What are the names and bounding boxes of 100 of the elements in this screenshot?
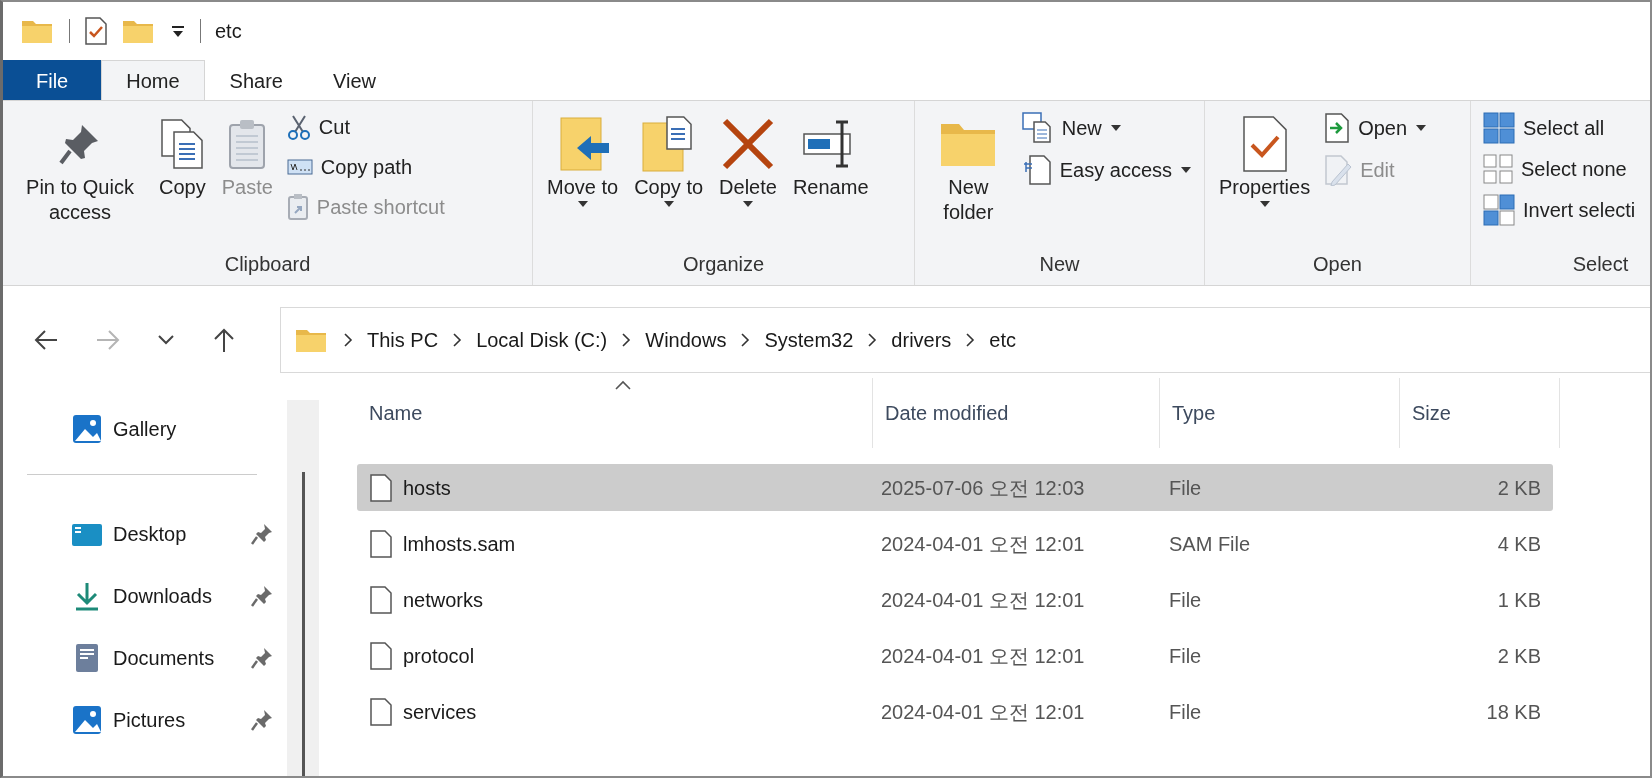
file-name: services bbox=[403, 699, 477, 725]
group-label: Clipboard bbox=[223, 252, 312, 277]
picture-icon bbox=[71, 413, 103, 445]
picture-icon bbox=[71, 704, 103, 736]
group-label: Open bbox=[1312, 252, 1363, 277]
column-header[interactable]: Date modified bbox=[873, 378, 1160, 448]
documents-icon bbox=[1021, 112, 1054, 144]
caret-icon bbox=[1415, 124, 1428, 132]
ribbon-button[interactable]: Copy bbox=[153, 107, 212, 249]
caret-icon bbox=[1258, 200, 1271, 208]
ribbon-button[interactable]: Move to bbox=[541, 107, 625, 249]
date-cell-text: 2024-04-01 오전 12:01 bbox=[880, 699, 1086, 725]
document-icon bbox=[369, 472, 393, 503]
size-cell-text: 18 KB bbox=[1485, 699, 1542, 725]
date-cell-text: 2025-07-06 오전 12:03 bbox=[880, 475, 1086, 501]
ribbon-button[interactable]: Invert selecti bbox=[1479, 191, 1640, 229]
type-cell-text: File bbox=[1168, 643, 1203, 669]
cross-icon bbox=[720, 116, 776, 172]
pencil-document-icon bbox=[1324, 154, 1353, 186]
type-cell-text: File bbox=[1168, 587, 1203, 613]
ribbon-button[interactable]: Open bbox=[1320, 109, 1432, 147]
ribbon-button[interactable]: Cut bbox=[282, 109, 449, 145]
scissors-icon bbox=[286, 114, 311, 140]
address-bar[interactable]: This PC Local Disk (C:) Windows System32 drivers etc bbox=[280, 307, 1650, 373]
size-cell-text: 1 KB bbox=[1496, 587, 1542, 613]
chevron-right-icon bbox=[452, 332, 463, 348]
ribbon-button[interactable]: Pin to Quick access bbox=[11, 107, 149, 249]
breadcrumb[interactable]: Local Disk (C:) bbox=[476, 325, 608, 355]
document-icon bbox=[369, 640, 393, 671]
chevron-right-icon bbox=[343, 332, 353, 348]
ribbon-tab[interactable]: Home bbox=[101, 60, 205, 100]
caret-icon bbox=[742, 200, 754, 208]
chevron-right-icon bbox=[740, 332, 751, 348]
group-label: Select bbox=[1571, 252, 1630, 277]
documents-icon bbox=[160, 118, 205, 170]
breadcrumb[interactable]: Windows bbox=[645, 325, 727, 355]
document-arrow-icon bbox=[1324, 112, 1351, 144]
size-cell-text: 2 KB bbox=[1496, 643, 1542, 669]
file-row[interactable]: lmhosts.sam 2024-04-01 오전 12:01 SAM File 4 KB bbox=[357, 520, 1553, 567]
clipboard-icon bbox=[227, 118, 268, 170]
caret-icon bbox=[1109, 124, 1122, 132]
ribbon-button[interactable]: Easy access bbox=[1017, 151, 1196, 189]
column-header[interactable]: Name bbox=[357, 378, 873, 448]
file-row[interactable]: protocol 2024-04-01 오전 12:01 File 2 KB bbox=[357, 632, 1553, 679]
breadcrumb[interactable]: System32 bbox=[764, 325, 854, 355]
ribbon-button[interactable]: New bbox=[1017, 109, 1196, 147]
file-menu-tab[interactable]: File bbox=[3, 60, 102, 100]
column-header[interactable]: Size bbox=[1400, 378, 1560, 448]
file-row[interactable]: hosts 2025-07-06 오전 12:03 File 2 KB bbox=[357, 464, 1553, 511]
date-cell-text: 2024-04-01 오전 12:01 bbox=[880, 531, 1086, 557]
breadcrumb[interactable]: drivers bbox=[891, 325, 952, 355]
date-cell-text: 2024-04-01 오전 12:01 bbox=[880, 587, 1086, 613]
file-name: lmhosts.sam bbox=[403, 531, 516, 557]
column-header[interactable]: Type bbox=[1160, 378, 1400, 448]
sidebar-item[interactable]: Pictures bbox=[3, 689, 287, 751]
file-name: protocol bbox=[403, 643, 475, 669]
chevron-right-icon bbox=[867, 332, 878, 348]
group-label: Organize bbox=[681, 252, 766, 277]
file-name: hosts bbox=[403, 475, 451, 501]
window-title: etc bbox=[215, 19, 242, 44]
sidebar-item[interactable]: Downloads bbox=[3, 565, 287, 627]
size-cell-text: 4 KB bbox=[1496, 531, 1542, 557]
ribbon-button[interactable]: Copy to bbox=[628, 107, 710, 249]
breadcrumb[interactable]: etc bbox=[989, 325, 1017, 355]
size-cell-text: 2 KB bbox=[1496, 475, 1542, 501]
ribbon-button[interactable]: Delete bbox=[713, 107, 783, 249]
type-cell-text: SAM File bbox=[1168, 531, 1252, 557]
document-icon bbox=[369, 584, 393, 615]
sidebar-item[interactable]: Desktop bbox=[3, 503, 287, 565]
squares-icon bbox=[1483, 154, 1513, 184]
ribbon-button[interactable]: Select none bbox=[1479, 151, 1640, 187]
caret-icon bbox=[662, 200, 675, 208]
ribbon-button[interactable]: Properties bbox=[1213, 107, 1317, 249]
file-row[interactable]: networks 2024-04-01 오전 12:01 File 1 KB bbox=[357, 576, 1553, 623]
document-icon bbox=[1021, 154, 1052, 186]
sidebar-item[interactable]: Documents bbox=[3, 627, 287, 689]
document-icon bbox=[369, 528, 393, 559]
group-label: New bbox=[1038, 252, 1081, 277]
chevron-right-icon bbox=[621, 332, 632, 348]
ribbon-button[interactable]: New folder bbox=[923, 107, 1014, 249]
caret-icon bbox=[1180, 166, 1192, 174]
ribbon-button[interactable]: Rename bbox=[786, 107, 875, 249]
date-cell-text: 2024-04-01 오전 12:01 bbox=[880, 643, 1086, 669]
ribbon-button[interactable]: Select all bbox=[1479, 109, 1640, 147]
sidebar-item[interactable]: Gallery bbox=[3, 398, 287, 460]
checkmark-document-icon[interactable] bbox=[84, 16, 108, 46]
file-name: networks bbox=[403, 587, 484, 613]
ribbon-button[interactable]: Copy path bbox=[282, 149, 449, 185]
squares-icon bbox=[1483, 194, 1515, 226]
caret-icon bbox=[576, 200, 589, 208]
scrollbar-thumb[interactable] bbox=[301, 472, 305, 776]
scrollbar[interactable] bbox=[287, 400, 319, 776]
type-cell-text: File bbox=[1168, 699, 1203, 725]
checkmark-document-icon bbox=[1241, 115, 1288, 173]
breadcrumb[interactable]: This PC bbox=[367, 325, 439, 355]
squares-icon bbox=[1483, 112, 1515, 144]
file-row[interactable]: services 2024-04-01 오전 12:01 File 18 KB bbox=[357, 688, 1553, 735]
clipboard-icon bbox=[286, 193, 309, 221]
type-cell-text: File bbox=[1168, 475, 1203, 501]
path-icon bbox=[286, 158, 313, 176]
